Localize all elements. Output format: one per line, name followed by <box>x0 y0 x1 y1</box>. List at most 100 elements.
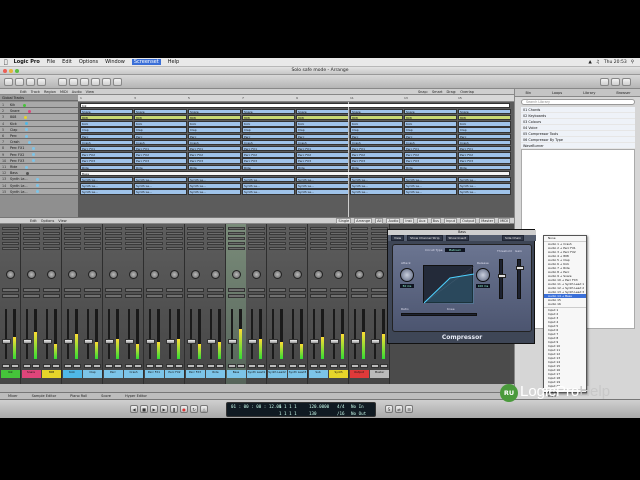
input-slot[interactable] <box>2 288 19 292</box>
mute-button[interactable] <box>43 364 51 368</box>
volume-fader[interactable] <box>166 339 175 344</box>
track-lanes[interactable]: Kik Snare Snare Snare Snare Snare Snare Snare Sn… <box>78 102 514 217</box>
solo-button[interactable] <box>359 364 368 368</box>
plugin-slot[interactable] <box>186 242 204 245</box>
solo-button[interactable] <box>11 364 19 368</box>
channel-name[interactable]: Kick <box>62 370 82 378</box>
metronome-icon[interactable]: △ <box>200 405 208 413</box>
solo-button[interactable] <box>134 364 142 368</box>
region[interactable]: Snare <box>188 108 241 115</box>
mute-button[interactable] <box>350 364 359 368</box>
solo-button[interactable] <box>93 364 101 368</box>
snap-select[interactable]: Smart <box>432 90 443 94</box>
solo-button[interactable] <box>257 364 265 368</box>
volume-fader[interactable] <box>125 339 134 344</box>
track-header[interactable]: 15 Synth Le... <box>0 188 78 195</box>
pan-knob[interactable] <box>272 270 282 279</box>
media-button[interactable] <box>622 78 631 86</box>
input-slot[interactable] <box>371 288 388 292</box>
region[interactable]: Kick <box>296 121 349 127</box>
region[interactable]: Synth Le... <box>134 176 187 183</box>
plugin-slot[interactable] <box>289 247 306 250</box>
tab-mixer[interactable]: Mixer <box>8 394 18 398</box>
volume-fader[interactable] <box>289 339 298 344</box>
plugin-slot[interactable] <box>145 242 163 245</box>
mixer-filter-button[interactable]: MIDI <box>498 217 510 224</box>
volume-fader[interactable] <box>43 339 52 344</box>
region[interactable]: Perc FX1 <box>80 145 133 152</box>
pan-knob[interactable] <box>108 270 118 279</box>
output-slot[interactable] <box>186 294 204 298</box>
rewind-icon[interactable]: ◀ <box>130 405 138 413</box>
output-slot[interactable] <box>371 294 388 298</box>
region[interactable]: Crash <box>134 139 187 146</box>
region[interactable]: Snare <box>80 108 133 115</box>
plugin-slot[interactable] <box>63 227 81 230</box>
plugin-slot[interactable] <box>330 232 347 235</box>
mute-button[interactable] <box>207 364 215 368</box>
pan-knob[interactable] <box>47 270 56 279</box>
plugin-slot[interactable] <box>330 227 347 230</box>
plugin-slot[interactable] <box>166 232 183 235</box>
input-slot[interactable] <box>22 288 40 292</box>
region[interactable]: Crash <box>188 139 241 146</box>
plugin-slot[interactable] <box>309 242 327 245</box>
volume-fader[interactable] <box>371 339 380 344</box>
channel-name[interactable]: Clap <box>83 370 102 378</box>
mixer-filter-button[interactable]: Bus <box>430 217 442 224</box>
region[interactable]: Synth Le... <box>350 189 403 195</box>
input-slot[interactable] <box>104 288 122 292</box>
region[interactable]: Perc FX2 <box>242 152 295 158</box>
tab-loops[interactable]: Loops <box>552 91 562 95</box>
region[interactable]: Synth Le... <box>80 176 133 183</box>
region[interactable]: Synth Le... <box>296 176 349 183</box>
output-slot[interactable] <box>330 294 347 298</box>
plugin-slot[interactable] <box>248 242 265 245</box>
tab-piano-roll[interactable]: Piano Roll <box>70 394 87 398</box>
pan-knob[interactable] <box>190 270 200 279</box>
bar-ruler[interactable]: 1 3 5 7 9 11 13 15 <box>78 95 514 102</box>
cpu-icon[interactable]: ☰ <box>405 405 413 413</box>
plugin-slot[interactable] <box>371 242 388 245</box>
plugin-slot[interactable] <box>207 227 224 230</box>
pan-knob[interactable] <box>211 270 220 279</box>
region[interactable]: Synth Le... <box>404 189 457 195</box>
plugin-slot[interactable] <box>125 232 142 235</box>
mute-button[interactable] <box>2 364 10 368</box>
input-slot[interactable] <box>43 288 60 292</box>
region[interactable]: Perc FX3 <box>188 158 241 164</box>
region[interactable]: Synth Le... <box>80 183 133 189</box>
gain-fader[interactable] <box>516 259 524 299</box>
region[interactable]: Synth Le... <box>350 176 403 183</box>
channel-name[interactable]: Synth <box>329 370 348 378</box>
region[interactable]: Perc FX1 <box>458 145 511 152</box>
plugin-slot[interactable] <box>166 242 183 245</box>
output-slot[interactable] <box>248 294 265 298</box>
region[interactable]: Clap <box>242 127 295 133</box>
region[interactable]: Ride <box>296 164 349 170</box>
inspector-button[interactable] <box>4 78 13 86</box>
mute-button[interactable] <box>268 364 277 368</box>
threshold-fader[interactable] <box>498 259 506 299</box>
solo-button[interactable] <box>31 364 40 368</box>
plugin-slot[interactable] <box>227 242 245 245</box>
output-slot[interactable] <box>268 294 286 298</box>
volume-fader[interactable] <box>268 339 278 344</box>
apple-icon[interactable]:  <box>4 59 8 66</box>
tab-browser[interactable]: Browser <box>616 91 630 95</box>
input-slot[interactable] <box>145 288 163 292</box>
plugin-slot[interactable] <box>104 232 122 235</box>
mute-button[interactable] <box>371 364 379 368</box>
solo-button[interactable] <box>236 364 245 368</box>
plugin-slot[interactable] <box>166 237 183 240</box>
volume-fader[interactable] <box>104 339 114 344</box>
output-slot[interactable] <box>22 294 40 298</box>
region[interactable]: 808 <box>188 114 241 121</box>
plugin-slot[interactable] <box>371 237 388 240</box>
bounce-button[interactable] <box>113 78 122 86</box>
plugin-slot[interactable] <box>268 247 286 250</box>
pan-knob[interactable] <box>129 270 138 279</box>
pause-icon[interactable]: ❚ <box>170 405 178 413</box>
region[interactable]: Synth Le... <box>188 189 241 195</box>
pan-knob[interactable] <box>334 270 343 279</box>
